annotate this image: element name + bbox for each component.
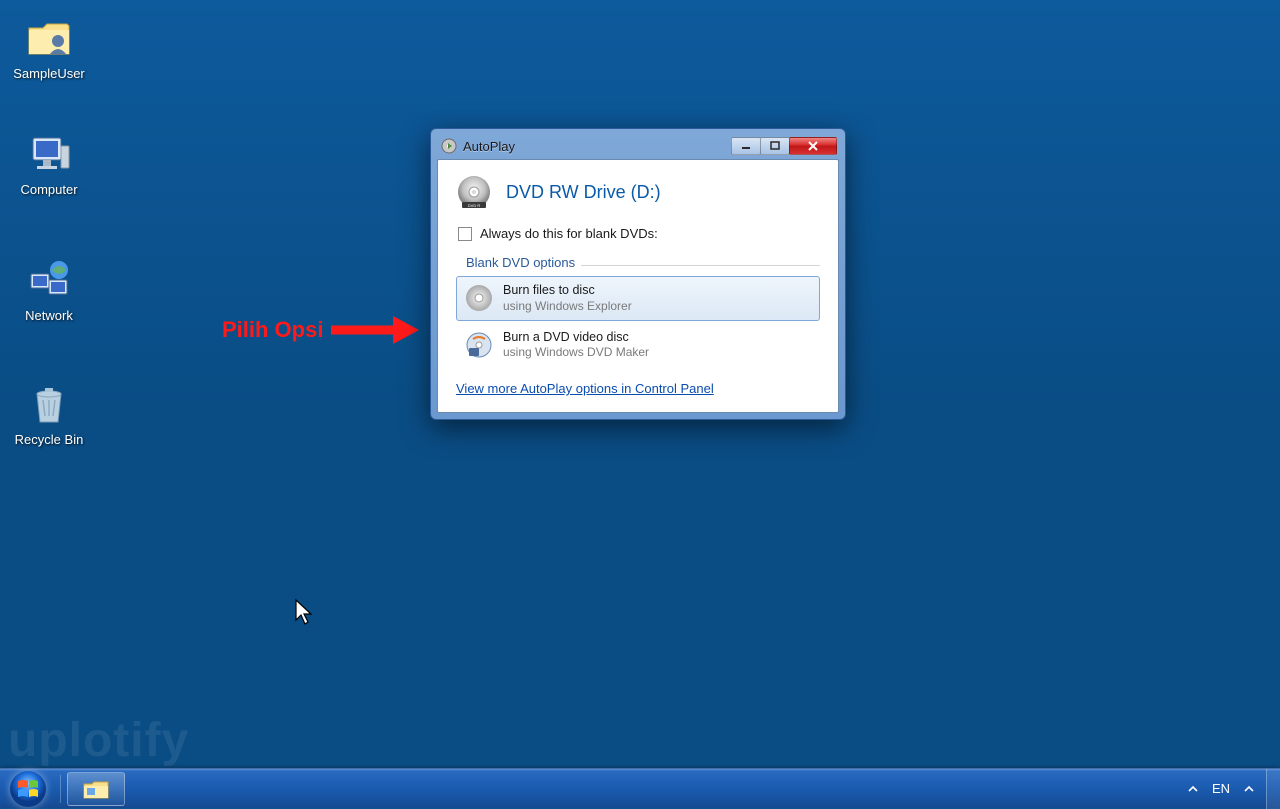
desktop-icon-network[interactable]: Network — [4, 256, 94, 324]
desktop-icon-label: Recycle Bin — [15, 432, 84, 448]
start-button[interactable] — [0, 769, 56, 809]
taskbar: EN — [0, 768, 1280, 808]
watermark-text: uplotify — [8, 713, 189, 768]
network-icon — [25, 256, 73, 304]
option-burn-files[interactable]: Burn files to disc using Windows Explore… — [456, 276, 820, 321]
tray-overflow-button[interactable] — [1184, 780, 1202, 798]
mouse-cursor-icon — [294, 598, 314, 626]
section-label: Blank DVD options — [466, 255, 575, 270]
desktop-icon-label: SampleUser — [13, 66, 85, 82]
drive-title: DVD RW Drive (D:) — [506, 182, 661, 203]
desktop-icon-recycle-bin[interactable]: Recycle Bin — [4, 380, 94, 448]
always-checkbox-row[interactable]: Always do this for blank DVDs: — [458, 226, 820, 241]
language-indicator[interactable]: EN — [1212, 781, 1230, 796]
autoplay-title-icon — [441, 138, 457, 154]
always-checkbox[interactable] — [458, 227, 472, 241]
window-client-area: DVD R DVD RW Drive (D:) Always do this f… — [437, 159, 839, 413]
maximize-button[interactable] — [760, 137, 790, 155]
option-subtitle: using Windows Explorer — [503, 299, 632, 314]
disc-icon — [465, 284, 493, 312]
arrow-right-icon — [329, 314, 419, 346]
dvd-drive-icon: DVD R — [456, 174, 492, 210]
option-title: Burn files to disc — [503, 283, 632, 299]
desktop-icon-label: Computer — [20, 182, 77, 198]
taskbar-divider — [60, 775, 61, 803]
window-titlebar[interactable]: AutoPlay — [437, 135, 839, 159]
folder-user-icon — [25, 14, 73, 62]
control-panel-link[interactable]: View more AutoPlay options in Control Pa… — [456, 381, 714, 396]
option-title: Burn a DVD video disc — [503, 330, 649, 346]
minimize-button[interactable] — [731, 137, 761, 155]
computer-icon — [25, 130, 73, 178]
explorer-icon — [82, 777, 110, 801]
option-subtitle: using Windows DVD Maker — [503, 345, 649, 360]
system-tray: EN — [1184, 780, 1266, 798]
window-title: AutoPlay — [463, 139, 726, 154]
svg-text:DVD R: DVD R — [468, 203, 481, 208]
windows-orb-icon — [9, 770, 47, 808]
recycle-bin-icon — [25, 380, 73, 428]
dvd-maker-icon — [465, 331, 493, 359]
drive-header: DVD R DVD RW Drive (D:) — [456, 174, 820, 210]
desktop-icon-label: Network — [25, 308, 73, 324]
desktop-icon-computer[interactable]: Computer — [4, 130, 94, 198]
annotation-text: Pilih Opsi — [222, 317, 323, 343]
autoplay-window: AutoPlay — [430, 128, 846, 420]
chevron-up-icon — [1188, 784, 1198, 794]
always-checkbox-label[interactable]: Always do this for blank DVDs: — [480, 226, 658, 241]
option-burn-video[interactable]: Burn a DVD video disc using Windows DVD … — [456, 323, 820, 368]
tray-chevron-button[interactable] — [1240, 780, 1258, 798]
annotation-callout: Pilih Opsi — [222, 314, 419, 346]
chevron-up-icon — [1244, 784, 1254, 794]
desktop-icon-user-folder[interactable]: SampleUser — [4, 14, 94, 82]
close-button[interactable] — [789, 137, 837, 155]
show-desktop-button[interactable] — [1266, 769, 1280, 809]
taskbar-explorer-button[interactable] — [67, 772, 125, 806]
